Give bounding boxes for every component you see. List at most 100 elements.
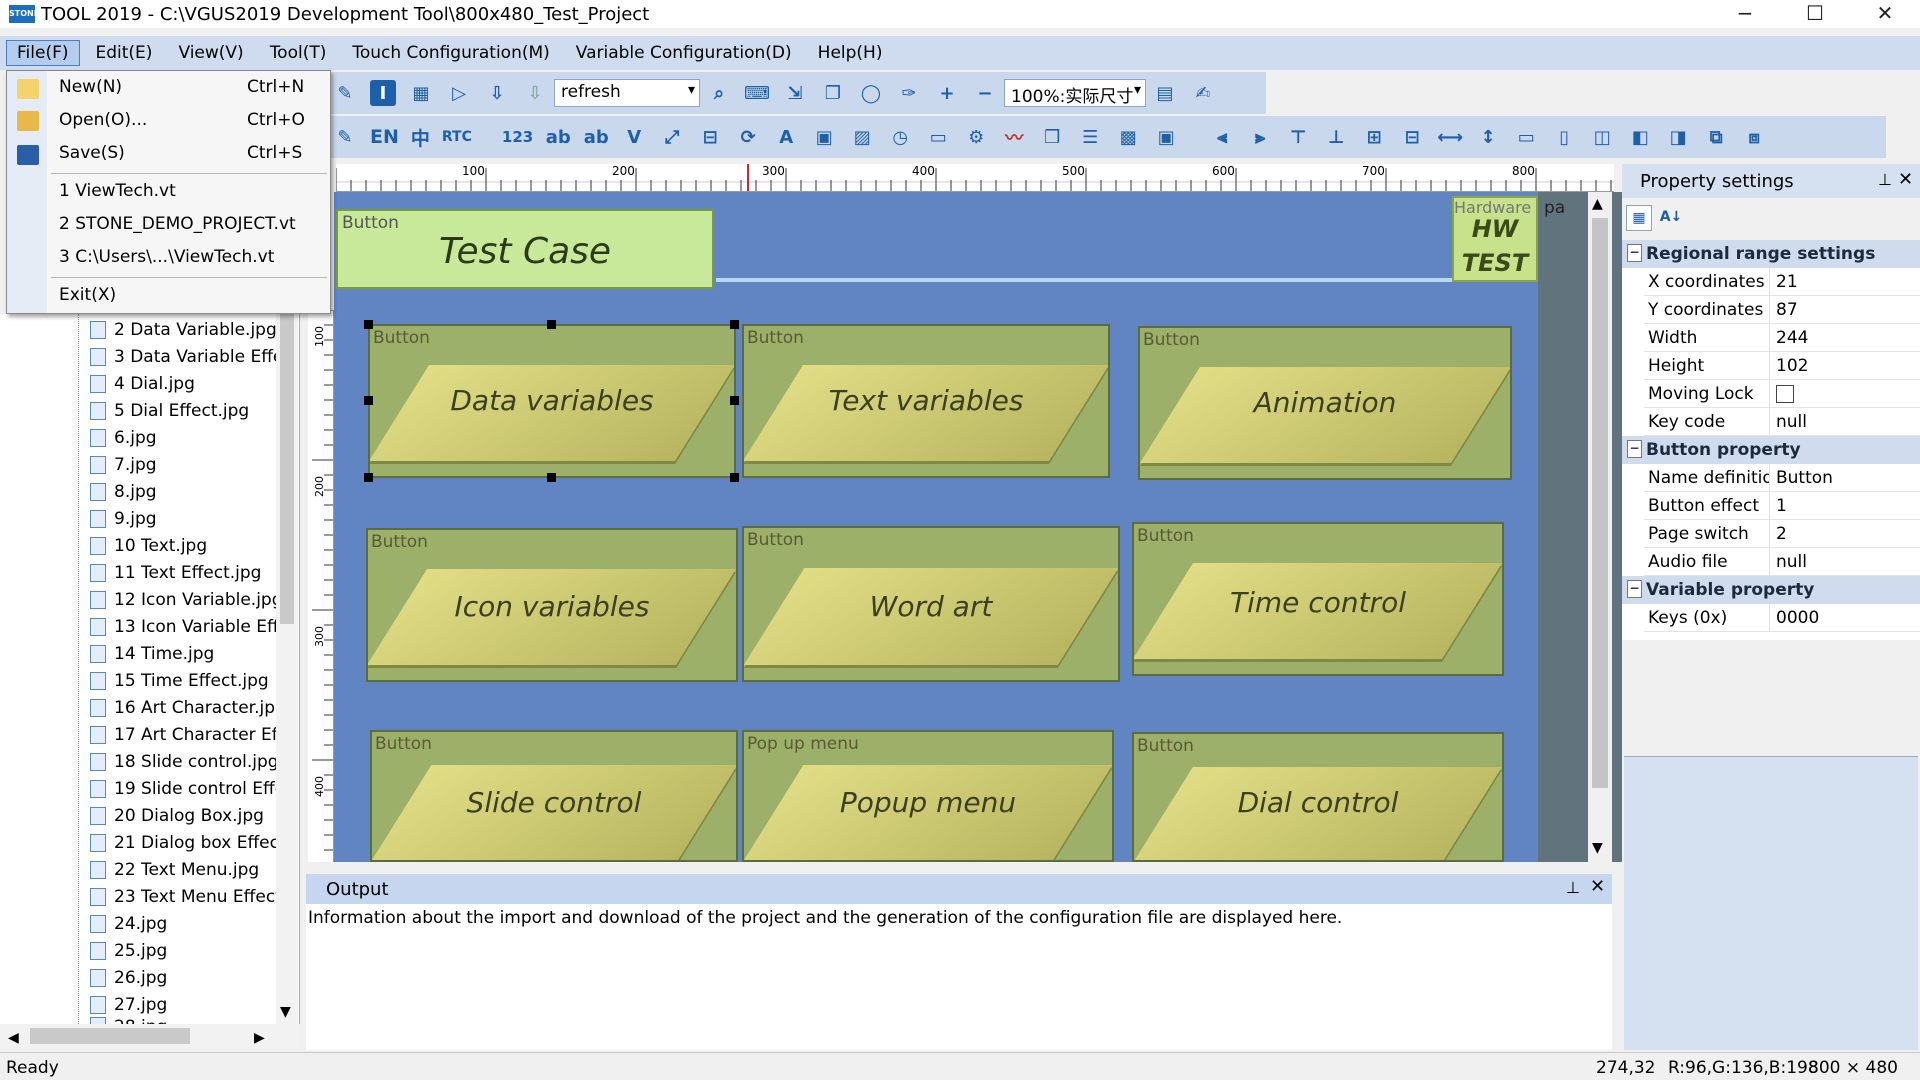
property-row[interactable]: Page switch 2 — [1644, 520, 1920, 548]
property-row[interactable]: Keys (0x) 0000 — [1644, 604, 1920, 632]
variable-icon[interactable]: V — [621, 124, 647, 150]
hw-test-button[interactable]: Hardware HW TEST — [1452, 196, 1538, 282]
image-icon[interactable]: ▨ — [849, 124, 875, 150]
wand-icon[interactable]: ✎ — [332, 80, 358, 106]
zoom-combo[interactable]: 100%:实际尺寸 — [1004, 79, 1146, 107]
category-variable[interactable]: Variable property — [1622, 576, 1920, 604]
settings-brush-icon[interactable]: ✍ — [1190, 80, 1216, 106]
tree-item[interactable]: 8.jpg — [90, 478, 276, 505]
property-row[interactable]: Height 102 — [1644, 352, 1920, 380]
send-back-icon[interactable]: ◨ — [1665, 124, 1691, 150]
word-art-button[interactable]: Button Word art — [742, 526, 1120, 682]
text-box-icon[interactable]: ab — [583, 124, 609, 150]
tree-item[interactable]: 19 Slide control Effe — [90, 775, 276, 802]
bring-forward-icon[interactable]: ⧉ — [1703, 124, 1729, 150]
property-value[interactable]: 102 — [1770, 352, 1920, 379]
property-value[interactable]: null — [1770, 548, 1920, 575]
menu-recent-2[interactable]: 2 STONE_DEMO_PROJECT.vt — [59, 214, 296, 234]
tree-item[interactable]: 26.jpg — [90, 964, 276, 991]
scroll-left-arrow-icon[interactable]: ◀ — [8, 1030, 19, 1046]
resize-handle[interactable] — [364, 320, 373, 329]
categorized-icon[interactable]: ▦ — [1626, 205, 1652, 231]
slider-icon[interactable]: ⊟ — [697, 124, 723, 150]
resize-handle[interactable] — [547, 473, 556, 482]
resize-handle[interactable] — [364, 473, 373, 482]
menu-exit[interactable]: Exit(X) — [59, 285, 116, 305]
zoom-out-icon[interactable]: − — [972, 80, 998, 106]
menu-recent-1[interactable]: 1 ViewTech.vt — [59, 181, 176, 201]
resize-handle[interactable] — [364, 396, 373, 405]
tree-hscroll-thumb[interactable] — [30, 1028, 190, 1044]
edit-icon[interactable]: ✎ — [332, 124, 358, 150]
property-row[interactable]: Audio file null — [1644, 548, 1920, 576]
tree-item[interactable]: 25.jpg — [90, 937, 276, 964]
slide-control-button[interactable]: Button Slide control — [370, 730, 738, 862]
scroll-down-arrow-icon[interactable]: ▼ — [1592, 840, 1603, 856]
display-icon[interactable]: ▭ — [925, 124, 951, 150]
distribute-vertical-icon[interactable]: ↕ — [1475, 124, 1501, 150]
refresh-icon[interactable]: ⟳ — [735, 124, 761, 150]
scroll-right-arrow-icon[interactable]: ▶ — [254, 1030, 265, 1046]
data-variables-button[interactable]: Button Data variables — [368, 324, 736, 478]
zoom-icon[interactable]: ◯ — [858, 80, 884, 106]
refresh-combo[interactable]: refresh — [554, 79, 700, 107]
category-button[interactable]: Button property — [1622, 436, 1920, 464]
minimize-button[interactable]: − — [1716, 0, 1774, 28]
clock-icon[interactable]: ◷ — [887, 124, 913, 150]
property-value[interactable]: Button — [1770, 464, 1920, 491]
maximize-button[interactable]: ☐ — [1786, 0, 1844, 28]
menu-new[interactable]: New(N) — [59, 77, 122, 97]
moving-lock-checkbox[interactable] — [1776, 385, 1794, 403]
menu-tool[interactable]: Tool(T) — [260, 41, 337, 65]
tree-scroll-thumb[interactable] — [280, 314, 294, 624]
play-icon[interactable]: ▷ — [446, 80, 472, 106]
center-horizontal-icon[interactable]: ⊞ — [1361, 124, 1387, 150]
tree-item[interactable]: 22 Text Menu.jpg — [90, 856, 276, 883]
icon-variables-button[interactable]: Button Icon variables — [366, 528, 738, 682]
tree-item[interactable]: 13 Icon Variable Effe — [90, 613, 276, 640]
qr-code-icon[interactable]: ▩ — [1115, 124, 1141, 150]
align-bottom-icon[interactable]: ⊥ — [1323, 124, 1349, 150]
property-row[interactable]: Name definitior Button — [1644, 464, 1920, 492]
dial-control-button[interactable]: Button Dial control — [1132, 732, 1504, 862]
same-height-icon[interactable]: ▯ — [1551, 124, 1577, 150]
rtc-button[interactable]: RTC — [442, 129, 472, 145]
property-value[interactable]: 1 — [1770, 492, 1920, 519]
tree-item[interactable]: 21 Dialog box Effect — [90, 829, 276, 856]
menu-recent-3[interactable]: 3 C:\Users\...\ViewTech.vt — [59, 247, 274, 267]
same-width-icon[interactable]: ▭ — [1513, 124, 1539, 150]
tree-item[interactable]: 2 Data Variable.jpg — [90, 316, 276, 343]
send-backward-icon[interactable]: ⧈ — [1741, 124, 1767, 150]
pin-icon[interactable]: ⊥ — [1566, 878, 1580, 897]
tree-item[interactable]: 15 Time Effect.jpg — [90, 667, 276, 694]
language-en-button[interactable]: EN — [370, 126, 399, 148]
scroll-up-arrow-icon[interactable]: ▲ — [1592, 196, 1603, 212]
curve-icon[interactable]: 〰 — [1001, 124, 1027, 150]
keyboard-icon[interactable]: ⌨ — [744, 80, 770, 106]
center-vertical-icon[interactable]: ⊟ — [1399, 124, 1425, 150]
tree-item[interactable]: 6.jpg — [90, 424, 276, 451]
property-row[interactable]: Key code null — [1644, 408, 1920, 436]
tree-item[interactable]: 3 Data Variable Effe — [90, 343, 276, 370]
category-regional[interactable]: Regional range settings — [1622, 240, 1920, 268]
property-value[interactable]: null — [1770, 408, 1920, 435]
bring-front-icon[interactable]: ◧ — [1627, 124, 1653, 150]
tree-item[interactable]: 20 Dialog Box.jpg — [90, 802, 276, 829]
popup-menu-button[interactable]: Pop up menu Popup menu — [742, 730, 1114, 862]
preview-icon[interactable]: ⌕ — [706, 80, 732, 106]
property-value[interactable]: 21 — [1770, 268, 1920, 295]
property-row[interactable]: Y coordinates 87 — [1644, 296, 1920, 324]
resize-handle[interactable] — [730, 396, 739, 405]
data-variable-button[interactable]: 123 — [502, 128, 533, 146]
tree-item[interactable]: 4 Dial.jpg — [90, 370, 276, 397]
canvas-scroll-thumb[interactable] — [1592, 218, 1608, 788]
tree-item[interactable]: 10 Text.jpg — [90, 532, 276, 559]
text-cursor-icon[interactable]: I — [370, 80, 396, 106]
tree-item[interactable]: 9.jpg — [90, 505, 276, 532]
tree-item[interactable]: 23 Text Menu Effect — [90, 883, 276, 910]
counter-icon[interactable]: ▣ — [811, 124, 837, 150]
distribute-horizontal-icon[interactable]: ⟷ — [1437, 124, 1463, 150]
menu-variable-configuration[interactable]: Variable Configuration(D) — [566, 41, 802, 65]
property-row[interactable]: X coordinates 21 — [1644, 268, 1920, 296]
tree-item[interactable]: 5 Dial Effect.jpg — [90, 397, 276, 424]
